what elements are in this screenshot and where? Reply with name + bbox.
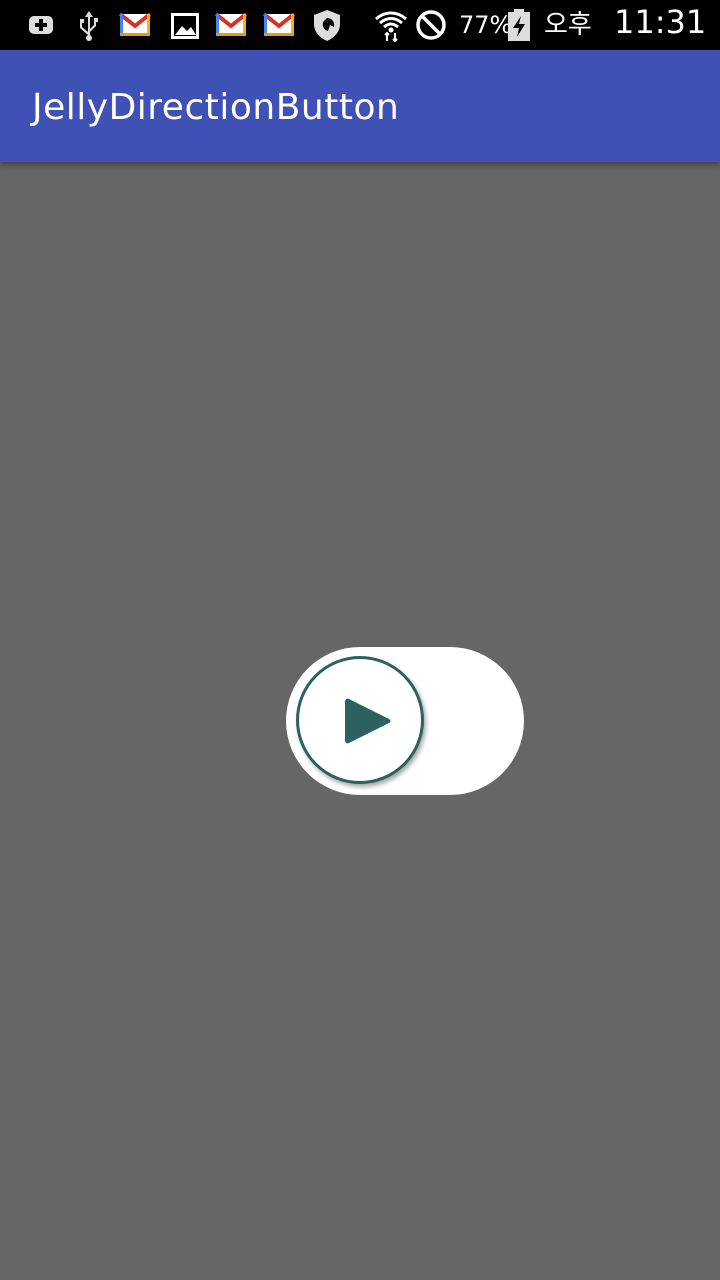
- app-title: JellyDirectionButton: [32, 87, 400, 128]
- gmail-icon: [214, 8, 248, 42]
- gmail-icon: [262, 8, 296, 42]
- gmail-icon: [118, 8, 152, 42]
- ampm-label: 오후: [544, 10, 592, 40]
- shield-icon: [310, 8, 344, 42]
- status-bar: 77% 오후 11:31: [0, 0, 720, 50]
- blocked-icon: [414, 8, 448, 42]
- jelly-direction-button[interactable]: [286, 647, 524, 795]
- clock-time: 11:31: [614, 3, 707, 41]
- add-notification-icon: [24, 8, 58, 42]
- usb-icon: [72, 8, 106, 42]
- gallery-icon: [168, 8, 202, 42]
- wifi-icon: [374, 8, 408, 42]
- battery-charging-icon: [504, 8, 534, 42]
- screen: 77% 오후 11:31 JellyDirectionButton: [0, 0, 720, 1280]
- app-bar: JellyDirectionButton: [0, 50, 720, 162]
- jelly-knob[interactable]: [296, 656, 424, 784]
- play-icon: [345, 696, 391, 746]
